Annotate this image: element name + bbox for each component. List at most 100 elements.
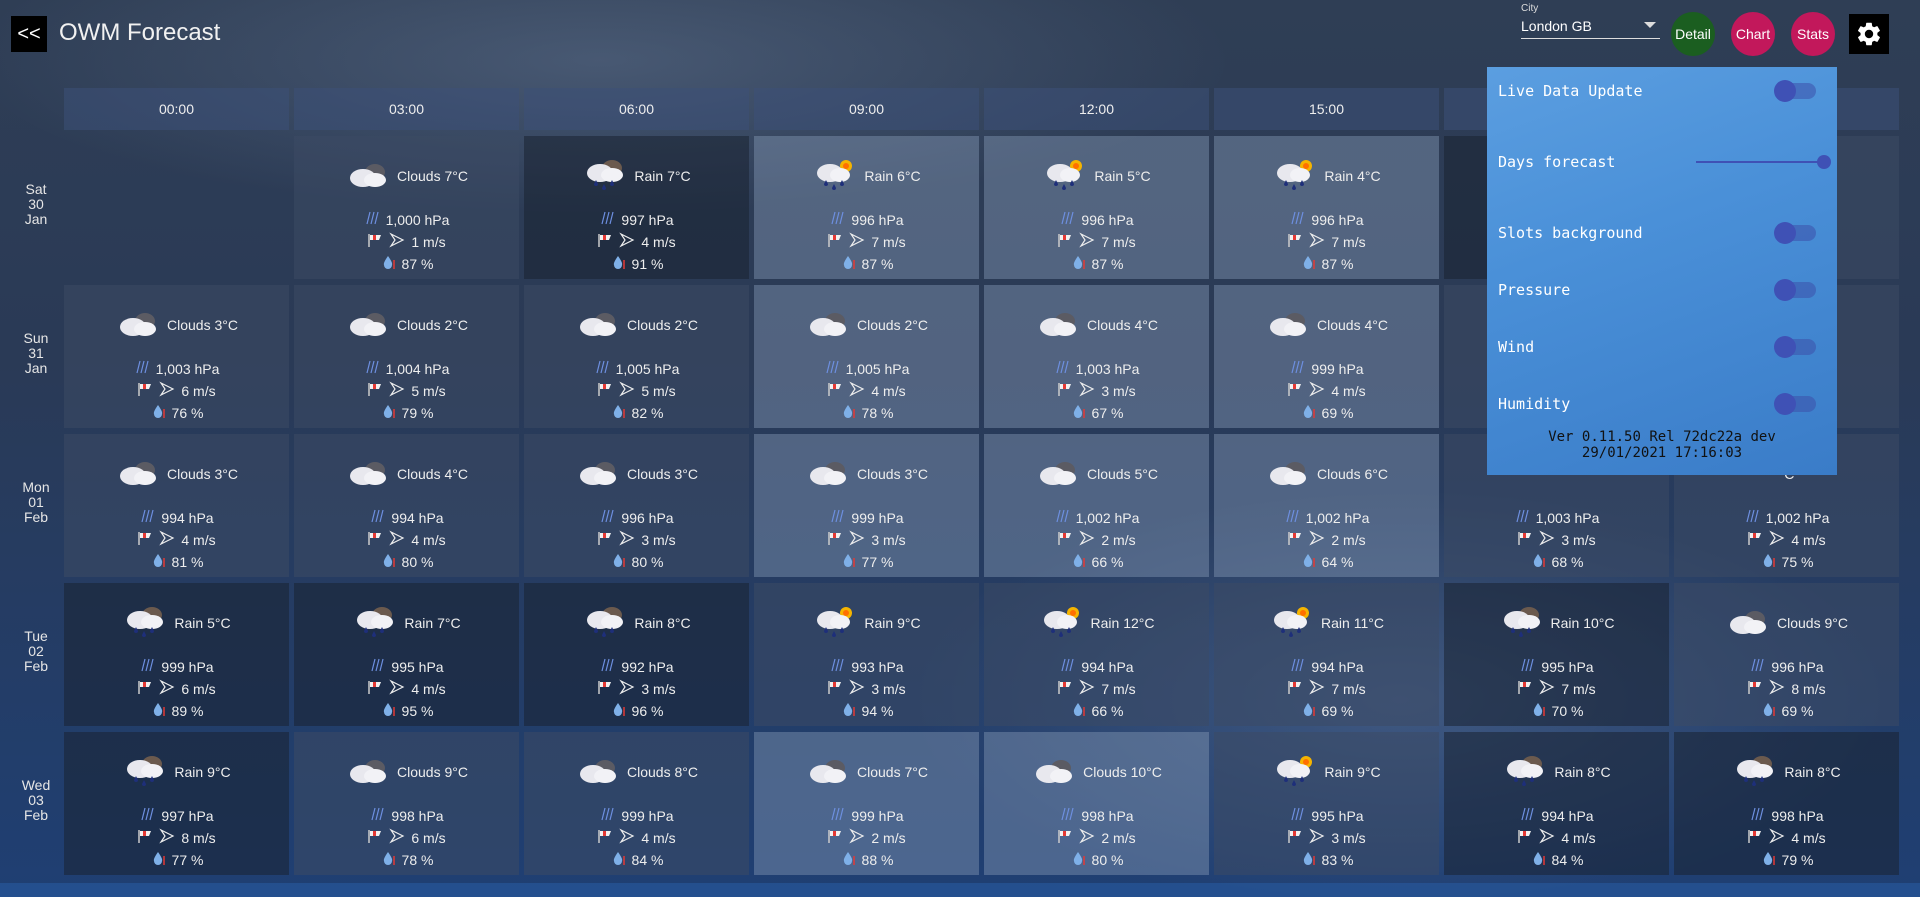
stats-button[interactable]: Stats [1791, 12, 1835, 56]
wind-direction-icon [1079, 381, 1095, 400]
forecast-slot[interactable]: Rain 5°C 996 hPa 7 m/s 87 % [984, 136, 1209, 279]
rain-icon [1732, 754, 1778, 791]
pressure-row: 999 hPa [754, 806, 979, 825]
forecast-slot[interactable]: Clouds 8°C 999 hPa 4 m/s 84 % [524, 732, 749, 875]
settings-button[interactable] [1849, 14, 1889, 54]
weather-line: Rain 5°C [984, 158, 1209, 194]
forecast-slot[interactable]: Rain 9°C 997 hPa 8 m/s 77 % [64, 732, 289, 875]
humidity-value: 87 % [1321, 255, 1354, 272]
sun-rain-icon [1039, 605, 1085, 642]
toggle-knob [1774, 222, 1796, 244]
forecast-slot[interactable]: Clouds 2°C 1,005 hPa 5 m/s 82 % [524, 285, 749, 428]
forecast-slot[interactable]: Clouds 10°C 998 hPa 2 m/s 80 % [984, 732, 1209, 875]
humidity-toggle[interactable] [1774, 393, 1816, 415]
slider-thumb[interactable] [1817, 155, 1831, 169]
pressure-value: 1,005 hPa [845, 360, 910, 377]
forecast-slot[interactable]: Rain 8°C 994 hPa 4 m/s 84 % [1444, 732, 1669, 875]
humidity-icon [1760, 552, 1776, 571]
wind-direction-icon [619, 679, 635, 698]
forecast-slot[interactable]: Rain 8°C 998 hPa 4 m/s 79 % [1674, 732, 1899, 875]
pressure-icon [1749, 657, 1765, 676]
forecast-slot[interactable]: Clouds 7°C 1,000 hPa 1 m/s 87 % [294, 136, 519, 279]
forecast-slot[interactable]: Clouds 4°C 1,003 hPa 3 m/s 67 % [984, 285, 1209, 428]
pressure-value: 1,004 hPa [385, 360, 450, 377]
rain-icon [1499, 605, 1545, 642]
forecast-slot[interactable]: Clouds 2°C 1,004 hPa 5 m/s 79 % [294, 285, 519, 428]
weather-desc: Clouds 4°C [1087, 317, 1158, 333]
forecast-slot[interactable]: Rain 12°C 994 hPa 7 m/s 66 % [984, 583, 1209, 726]
weather-desc: Clouds 2°C [857, 317, 928, 333]
wind-value: 2 m/s [1101, 531, 1136, 548]
forecast-slot[interactable]: Clouds 9°C 998 hPa 6 m/s 78 % [294, 732, 519, 875]
city-field[interactable]: City London GB [1521, 3, 1660, 39]
forecast-slot[interactable]: Clouds 3°C 999 hPa 3 m/s 77 % [754, 434, 979, 577]
forecast-slot[interactable]: Rain 7°C 995 hPa 4 m/s 95 % [294, 583, 519, 726]
forecast-slot[interactable]: Rain 7°C 997 hPa 4 m/s 91 % [524, 136, 749, 279]
wind-row: 8 m/s [64, 828, 289, 847]
day-label-line: 02 [28, 643, 44, 659]
wind-row: 4 m/s [1674, 828, 1899, 847]
wind-row: 3 m/s [524, 530, 749, 549]
day-label-line: Sat [25, 181, 47, 197]
day-label-line: 03 [28, 792, 44, 808]
detail-button[interactable]: Detail [1671, 12, 1715, 56]
forecast-slot[interactable]: Rain 5°C 999 hPa 6 m/s 89 % [64, 583, 289, 726]
cloud-icon [575, 309, 621, 342]
back-button[interactable]: << [11, 16, 47, 52]
weather-desc: Rain 11°C [1321, 615, 1384, 631]
wind-toggle[interactable] [1774, 336, 1816, 358]
city-select[interactable]: London GB [1521, 17, 1660, 39]
pressure-row: 995 hPa [1444, 657, 1669, 676]
weather-line: Rain 5°C [64, 605, 289, 641]
weather-line: Clouds 5°C [984, 456, 1209, 492]
pressure-row: 997 hPa [524, 210, 749, 229]
day-label: Wed 03 Feb [0, 778, 72, 823]
forecast-slot[interactable]: Rain 6°C 996 hPa 7 m/s 87 % [754, 136, 979, 279]
pressure-value: 995 hPa [391, 658, 444, 675]
slots-background-toggle[interactable] [1774, 222, 1816, 244]
chart-button[interactable]: Chart [1731, 12, 1775, 56]
slots-background-row: Slots background [1498, 221, 1828, 245]
wind-value: 2 m/s [1101, 829, 1136, 846]
wind-direction-icon [849, 679, 865, 698]
forecast-slot[interactable]: Rain 9°C 993 hPa 3 m/s 94 % [754, 583, 979, 726]
windsock-icon [1287, 828, 1303, 847]
forecast-slot[interactable]: Rain 11°C 994 hPa 7 m/s 69 % [1214, 583, 1439, 726]
pressure-row: 1,002 hPa [984, 508, 1209, 527]
wind-value: 1 m/s [411, 233, 446, 250]
forecast-slot[interactable]: Clouds 9°C 996 hPa 8 m/s 69 % [1674, 583, 1899, 726]
humidity-row: 70 % [1444, 701, 1669, 720]
live-update-toggle[interactable] [1774, 80, 1816, 102]
forecast-slot[interactable]: Clouds 4°C 994 hPa 4 m/s 80 % [294, 434, 519, 577]
forecast-slot[interactable]: Clouds 6°C 1,002 hPa 2 m/s 64 % [1214, 434, 1439, 577]
days-forecast-slider[interactable] [1696, 161, 1826, 163]
wind-row: 7 m/s [984, 232, 1209, 251]
pressure-value: 1,005 hPa [615, 360, 680, 377]
forecast-slot[interactable]: Clouds 4°C 999 hPa 4 m/s 69 % [1214, 285, 1439, 428]
humidity-row: 77 % [64, 850, 289, 869]
pressure-toggle[interactable] [1774, 279, 1816, 301]
page-title: OWM Forecast [59, 19, 221, 46]
humidity-row: 87 % [754, 254, 979, 273]
forecast-slot[interactable]: Rain 8°C 992 hPa 3 m/s 96 % [524, 583, 749, 726]
forecast-slot[interactable]: Rain 10°C 995 hPa 7 m/s 70 % [1444, 583, 1669, 726]
rain-icon [1502, 754, 1548, 791]
forecast-slot[interactable]: Rain 9°C 995 hPa 3 m/s 83 % [1214, 732, 1439, 875]
humidity-icon [150, 850, 166, 869]
pressure-icon [1519, 806, 1535, 825]
pressure-value: 993 hPa [851, 658, 904, 675]
humidity-row: 81 % [64, 552, 289, 571]
wind-row: 4 m/s [64, 530, 289, 549]
forecast-slot[interactable]: Rain 4°C 996 hPa 7 m/s 87 % [1214, 136, 1439, 279]
forecast-slot[interactable]: Clouds 2°C 1,005 hPa 4 m/s 78 % [754, 285, 979, 428]
pressure-value: 999 hPa [1311, 360, 1364, 377]
forecast-slot[interactable]: Clouds 5°C 1,002 hPa 2 m/s 66 % [984, 434, 1209, 577]
forecast-slot[interactable]: Clouds 3°C 1,003 hPa 6 m/s 76 % [64, 285, 289, 428]
pressure-row: 1,002 hPa [1214, 508, 1439, 527]
forecast-slot[interactable]: Clouds 3°C 996 hPa 3 m/s 80 % [524, 434, 749, 577]
forecast-slot[interactable]: Clouds 3°C 994 hPa 4 m/s 81 % [64, 434, 289, 577]
windsock-icon [1747, 828, 1763, 847]
forecast-slot[interactable]: Clouds 7°C 999 hPa 2 m/s 88 % [754, 732, 979, 875]
weather-desc: Rain 5°C [174, 615, 231, 631]
hour-header: 06:00 [524, 88, 749, 130]
